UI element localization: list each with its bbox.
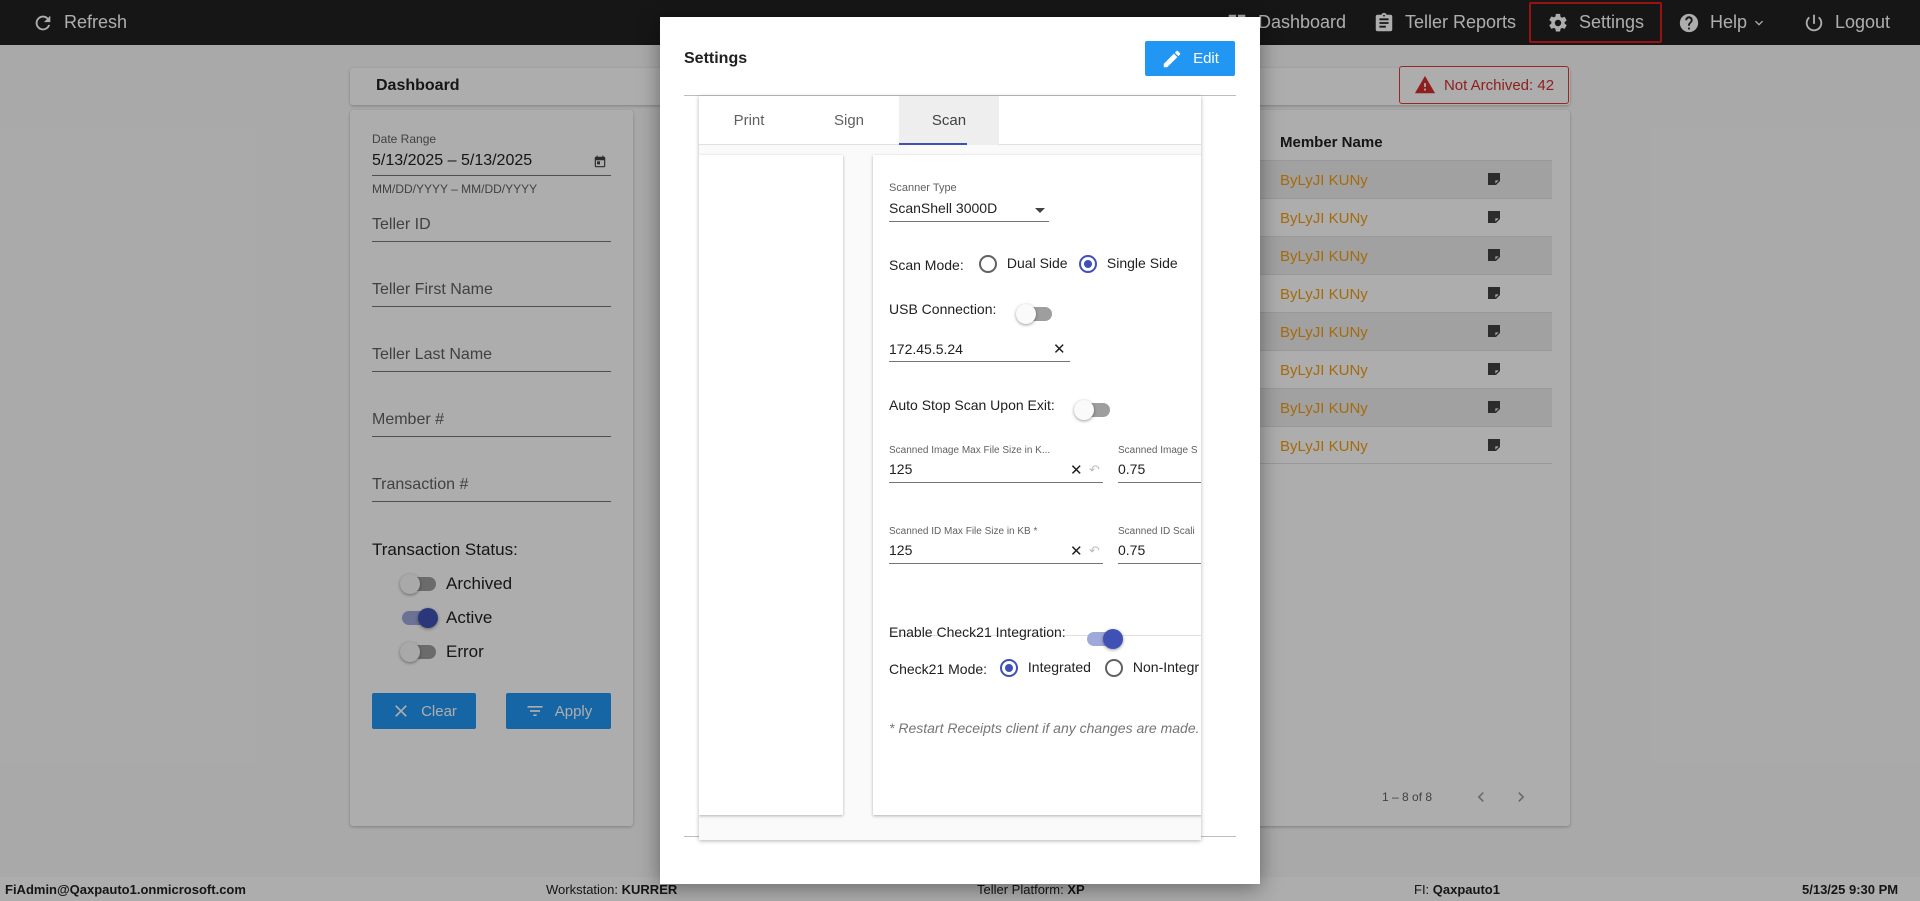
single-side-radio[interactable]	[1079, 255, 1097, 274]
scanner-type-label: Scanner Type	[889, 182, 957, 194]
id-max-size-label: Scanned ID Max File Size in KB *	[889, 526, 1038, 537]
img-max-size-input[interactable]: 125	[889, 461, 912, 477]
undo-img-max-icon[interactable]: ↶	[1089, 462, 1100, 478]
dual-side-radio[interactable]	[979, 255, 997, 274]
restart-note: * Restart Receipts client if any changes…	[889, 720, 1200, 736]
single-side-label: Single Side	[1106, 255, 1178, 271]
undo-id-max-icon[interactable]: ↶	[1089, 543, 1100, 559]
settings-tabs: Print Sign Scan	[699, 96, 1201, 145]
dropdown-caret-icon[interactable]	[1035, 208, 1045, 213]
check21-enable-toggle[interactable]	[1087, 629, 1123, 649]
scan-mode-single-side[interactable]: Single Side	[1079, 255, 1178, 274]
check21-mode-label: Check21 Mode:	[889, 661, 988, 677]
tab-sign[interactable]: Sign	[799, 96, 899, 145]
scan-settings-panel: Scanner Type ScanShell 3000D Scan Mode: …	[873, 155, 1201, 815]
id-scale-input[interactable]: 0.75	[1118, 542, 1145, 558]
auto-stop-toggle[interactable]	[1074, 400, 1110, 420]
auto-stop-label: Auto Stop Scan Upon Exit:	[889, 397, 1055, 413]
id-scale-label: Scanned ID Scali	[1118, 526, 1195, 537]
scanner-type-select[interactable]: ScanShell 3000D	[889, 200, 997, 216]
clear-ip-icon[interactable]: ✕	[1053, 340, 1066, 358]
img-max-size-underline	[889, 482, 1103, 483]
settings-side-panel	[699, 155, 843, 815]
settings-tab-card: Print Sign Scan Scanner Type ScanShell 3…	[699, 96, 1201, 840]
dual-side-label: Dual Side	[1006, 255, 1068, 271]
usb-connection-toggle[interactable]	[1016, 304, 1052, 324]
integrated-label: Integrated	[1027, 659, 1091, 675]
dialog-title: Settings	[684, 50, 748, 67]
ip-address-underline	[889, 361, 1070, 362]
check21-enable-label: Enable Check21 Integration:	[889, 624, 1066, 640]
integrated-radio[interactable]	[1000, 659, 1018, 678]
non-integrated-label: Non-Integr	[1132, 659, 1200, 675]
id-scale-underline	[1118, 563, 1201, 564]
check21-mode-integrated[interactable]: Integrated	[1000, 659, 1091, 678]
scanner-type-underline	[889, 221, 1049, 222]
img-scale-input[interactable]: 0.75	[1118, 461, 1145, 477]
id-max-size-input[interactable]: 125	[889, 542, 912, 558]
img-max-size-label: Scanned Image Max File Size in K...	[889, 445, 1051, 456]
ip-address-input[interactable]: 172.45.5.24	[889, 341, 963, 357]
img-scale-underline	[1118, 482, 1201, 483]
edit-button[interactable]: Edit	[1145, 41, 1235, 76]
clear-id-max-icon[interactable]: ✕	[1070, 542, 1083, 560]
check21-mode-non-integrated[interactable]: Non-Integr	[1105, 659, 1200, 678]
edit-label: Edit	[1193, 50, 1219, 67]
tab-print[interactable]: Print	[699, 96, 799, 145]
pencil-icon	[1163, 50, 1181, 67]
scan-mode-label: Scan Mode:	[889, 257, 964, 273]
scan-mode-dual-side[interactable]: Dual Side	[979, 255, 1068, 274]
img-scale-label: Scanned Image S	[1118, 445, 1198, 456]
tab-scan[interactable]: Scan	[899, 96, 999, 145]
non-integrated-radio[interactable]	[1105, 659, 1123, 678]
usb-connection-label: USB Connection:	[889, 301, 997, 317]
settings-dialog: Settings Edit Print Sign Scan Scanner Ty…	[660, 17, 1260, 884]
id-max-size-underline	[889, 563, 1103, 564]
clear-img-max-icon[interactable]: ✕	[1070, 461, 1083, 479]
